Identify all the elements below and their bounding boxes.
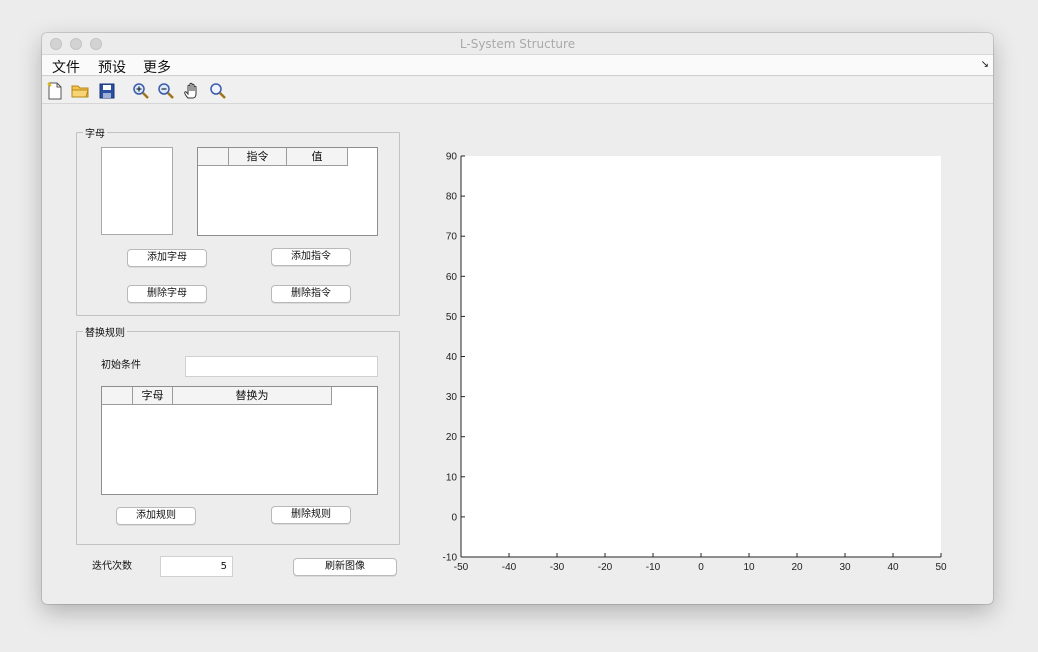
y-tick-label: 70 [446,232,458,243]
x-tick-label: 0 [698,562,704,573]
x-tick-label: 10 [743,562,755,573]
app-window: L-System Structure 文件 预设 更多 ↘ 字母 指令 值 添加… [42,33,993,604]
x-tick-label: 30 [839,562,851,573]
x-tick-label: -10 [646,562,661,573]
x-tick-label: -50 [454,562,469,573]
y-tick-label: 10 [446,472,458,483]
y-tick-label: 20 [446,432,458,443]
y-tick-label: 0 [451,512,457,523]
x-tick-label: -30 [550,562,565,573]
y-tick-label: 40 [446,352,458,363]
y-tick-label: 60 [446,272,458,283]
x-tick-label: 40 [887,562,899,573]
plot-axes[interactable]: -50 -40 -30 -20 -10 0 10 20 30 40 50 -10 0 10 20 30 40 50… [42,33,993,604]
y-tick-label: 90 [446,152,458,163]
plot-area [461,156,941,557]
x-tick-label: -40 [502,562,517,573]
y-tick-label: -10 [443,553,458,564]
y-tick-label: 80 [446,192,458,203]
y-tick-label: 30 [446,392,458,403]
x-tick-label: 20 [791,562,803,573]
y-tick-label: 50 [446,312,458,323]
x-tick-label: 50 [935,562,947,573]
x-tick-label: -20 [598,562,613,573]
